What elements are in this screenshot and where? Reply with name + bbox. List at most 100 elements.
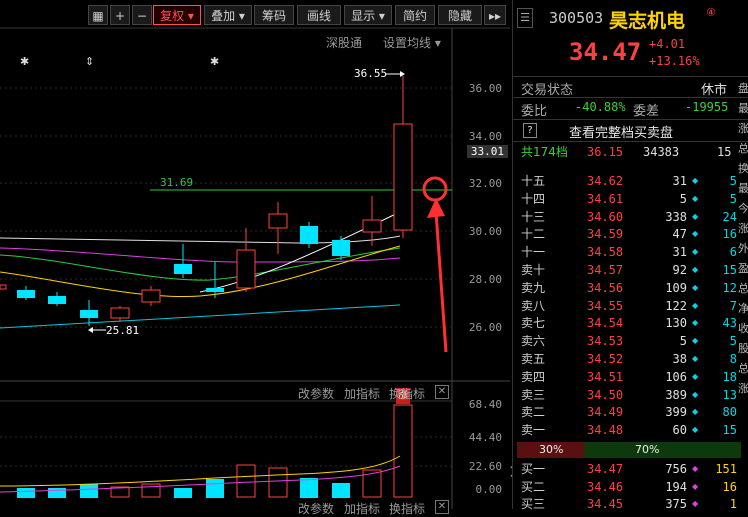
orderbook-row[interactable]: 买三 34.45 375 1 ◆ <box>517 495 737 513</box>
diamond-icon: ◆ <box>692 407 699 417</box>
side-tab[interactable]: 外 <box>738 240 748 256</box>
buy-sell-ratio-bar: 30% 70% <box>517 442 741 458</box>
orderbook-level-label: 买二 <box>521 479 546 494</box>
side-tab[interactable]: 最 <box>738 100 748 116</box>
event-marker[interactable]: ⇕ <box>85 55 94 68</box>
orderbook-count: 80 <box>722 405 737 420</box>
last-price: 34.47 <box>569 38 642 66</box>
orderbook-level-label: 卖三 <box>521 387 546 402</box>
weibi-label: 委比 <box>521 104 548 119</box>
orderbook-volume: 338 <box>665 209 687 224</box>
orderbook-price: 34.59 <box>587 227 624 242</box>
diamond-icon: ◆ <box>692 354 699 363</box>
diamond-icon: ◆ <box>692 247 699 257</box>
orderbook-volume: 5 <box>679 191 687 206</box>
diamond-icon: ◆ <box>692 464 699 473</box>
orderbook-price: 34.53 <box>587 334 624 349</box>
orderbook-level-label: 十五 <box>521 174 546 188</box>
orderbook-row[interactable]: 卖五 34.52 38 8 ◆ <box>517 350 737 368</box>
side-tab[interactable]: 今 <box>738 200 748 216</box>
side-tab[interactable]: 涨 <box>738 120 748 136</box>
price-change: +4.01 <box>649 37 686 51</box>
orderbook-row[interactable]: 卖八 34.55 122 7 ◆ <box>517 297 737 315</box>
orderbook-price: 34.52 <box>587 352 624 366</box>
sell-ratio: 70% <box>635 443 660 456</box>
price-chart <box>0 27 510 509</box>
price-tick: 28.00 <box>468 273 502 286</box>
orderbook-row[interactable]: 卖三 34.50 389 13 ◆ <box>517 386 737 404</box>
orderbook-count: 12 <box>722 280 737 295</box>
orderbook-count: 24 <box>722 209 737 224</box>
orderbook-row[interactable]: 十一 34.58 31 6 ◆ <box>517 243 737 261</box>
orderbook-row[interactable]: 十三 34.60 338 24 ◆ <box>517 208 737 226</box>
price-tick: 32.00 <box>468 177 502 190</box>
orderbook-row[interactable]: 买一 34.47 756 151 ◆ <box>517 460 737 478</box>
orderbook-price: 34.62 <box>587 174 624 188</box>
orderbook-volume: 60 <box>672 423 687 438</box>
orderbook-row[interactable]: 卖二 34.49 399 80 ◆ <box>517 403 737 421</box>
orderbook-row[interactable]: 卖四 34.51 106 18 ◆ <box>517 368 737 386</box>
stock-name: 昊志机电 <box>609 10 686 32</box>
diamond-icon: ◆ <box>692 176 699 185</box>
price-tick: 34.00 <box>468 130 502 143</box>
orderbook-price: 34.46 <box>587 479 624 494</box>
orderbook-volume: 31 <box>672 174 687 188</box>
diamond-icon: ◆ <box>692 193 699 203</box>
orderbook-volume: 399 <box>665 405 687 420</box>
current-price-tick: 33.01 <box>466 145 508 158</box>
orderbook-level-label: 十三 <box>521 209 546 224</box>
orderbook-volume: 194 <box>665 479 687 494</box>
orderbook-row[interactable]: 十五 34.62 31 5 ◆ <box>517 172 737 190</box>
event-marker[interactable]: ✱ <box>20 55 29 68</box>
orderbook-price: 34.61 <box>587 191 624 206</box>
switch-indicator-link[interactable]: 换指标 <box>389 385 425 402</box>
side-tab[interactable]: 盘 <box>738 80 748 96</box>
orderbook-row[interactable]: 卖一 34.48 60 15 ◆ <box>517 421 737 439</box>
side-tab[interactable]: 收 <box>738 320 748 336</box>
orderbook-row[interactable]: 卖六 34.53 5 5 ◆ <box>517 332 737 350</box>
side-tab[interactable]: 股 <box>738 340 748 356</box>
side-tab[interactable]: 换 <box>738 160 748 176</box>
diamond-icon: ◆ <box>692 336 699 346</box>
orderbook-price: 34.57 <box>587 263 624 277</box>
side-tab[interactable]: 总 <box>738 360 748 376</box>
close-icon[interactable]: ✕ <box>435 500 449 514</box>
diamond-icon: ◆ <box>692 282 699 292</box>
orderbook-row[interactable]: 十四 34.61 5 5 ◆ <box>517 190 737 208</box>
orderbook-price: 34.47 <box>587 462 624 476</box>
orderbook-row[interactable]: 十二 34.59 47 16 ◆ <box>517 225 737 243</box>
orderbook-count: 15 <box>722 423 737 438</box>
list-toggle-icon[interactable]: ☰ <box>517 8 533 28</box>
orderbook-row[interactable]: 卖十 34.57 92 15 ◆ <box>517 261 737 279</box>
orderbook-price: 34.48 <box>587 423 624 438</box>
volume-tick: 68.40 <box>468 398 502 411</box>
help-icon[interactable]: ? <box>523 123 537 138</box>
orderbook-count: 1 <box>729 497 737 511</box>
stock-code: 300503 <box>549 9 604 27</box>
side-tab[interactable]: 总 <box>738 140 748 156</box>
side-tab[interactable]: 涨 <box>738 380 748 396</box>
side-tab[interactable]: 最 <box>738 180 748 196</box>
side-tab[interactable]: 涨 <box>738 220 748 236</box>
orderbook-row[interactable]: 买二 34.46 194 16 ◆ <box>517 478 737 496</box>
orderbook-level-label: 十二 <box>521 227 546 242</box>
event-marker[interactable]: ✱ <box>210 55 219 68</box>
orderbook-count: 8 <box>729 352 737 366</box>
orderbook-volume: 106 <box>665 369 687 384</box>
side-tab[interactable]: 净 <box>738 300 748 316</box>
change-params-link[interactable]: 改参数 <box>298 385 334 402</box>
side-tab[interactable]: 盈 <box>738 260 748 276</box>
side-tab[interactable]: 总 <box>738 280 748 296</box>
orderbook-row[interactable]: 卖七 34.54 130 43 ◆ <box>517 314 737 332</box>
orderbook-count: 16 <box>722 479 737 494</box>
close-icon[interactable]: ✕ <box>435 385 449 399</box>
full-orderbook-link[interactable]: 查看完整档买卖盘 <box>569 122 673 141</box>
orderbook-level-label: 买一 <box>521 462 546 476</box>
orderbook-row[interactable]: 卖九 34.56 109 12 ◆ <box>517 279 737 297</box>
orderbook-level-label: 卖七 <box>521 316 546 331</box>
total-count: 15 <box>717 145 732 159</box>
orderbook-count: 5 <box>729 174 737 188</box>
diamond-icon: ◆ <box>692 389 699 399</box>
kline-chart-area[interactable]: ▦ + − 复权 ▾ 叠加 ▾ 筹码 画线 显示 ▾ 简约 隐藏 ▸▸ 深股通 … <box>0 0 517 516</box>
add-indicator-link[interactable]: 加指标 <box>344 385 380 402</box>
